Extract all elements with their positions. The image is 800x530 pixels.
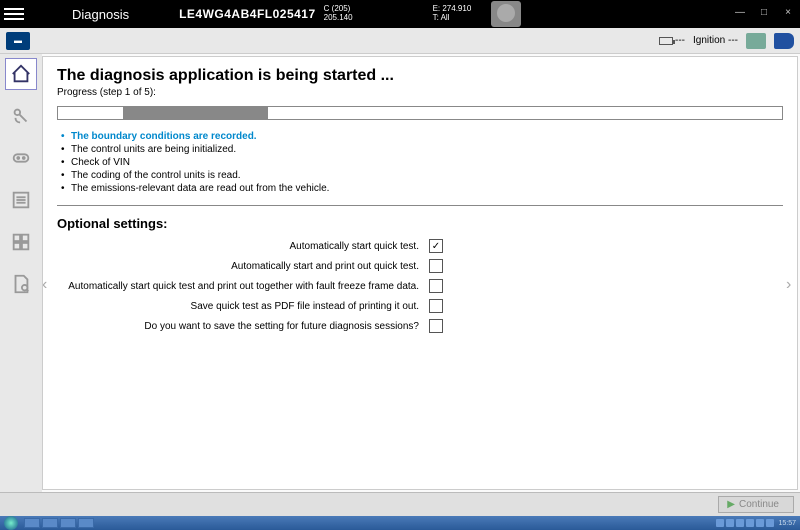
battery-icon	[659, 37, 673, 45]
task-item[interactable]	[60, 518, 76, 528]
minimize-button[interactable]: —	[732, 7, 748, 21]
taskbar: 15:57	[0, 516, 800, 530]
footer-bar: ▶ Continue	[0, 492, 800, 516]
maximize-button[interactable]: □	[756, 7, 772, 21]
step-item: Check of VIN	[61, 156, 783, 169]
window-controls: — □ ×	[732, 7, 796, 21]
ignition-status: Ignition ---	[693, 35, 738, 46]
progress-bar	[57, 106, 783, 120]
option-row: Automatically start quick test.	[57, 239, 783, 253]
option-label: Save quick test as PDF file instead of p…	[191, 301, 419, 312]
menu-icon[interactable]	[4, 8, 24, 20]
app-title: Diagnosis	[72, 7, 129, 22]
tool-home-icon[interactable]: ▬	[6, 32, 30, 50]
option-checkbox[interactable]	[429, 239, 443, 253]
device-icon	[491, 1, 521, 27]
print-icon[interactable]	[746, 33, 766, 49]
sidebar-list-icon[interactable]	[5, 184, 37, 216]
option-checkbox[interactable]	[429, 299, 443, 313]
vin-value: LE4WG4AB4FL025417	[179, 7, 316, 21]
continue-button[interactable]: ▶ Continue	[718, 496, 794, 513]
help-book-icon[interactable]	[774, 33, 794, 49]
sidebar-controller-icon[interactable]	[5, 142, 37, 174]
continue-label: Continue	[739, 499, 779, 510]
step-item: The boundary conditions are recorded.	[61, 130, 783, 143]
chevron-right-icon[interactable]: ›	[786, 273, 798, 297]
sidebar-diagnosis-icon[interactable]	[5, 100, 37, 132]
titlebar: Diagnosis LE4WG4AB4FL025417 C (205) 205.…	[0, 0, 800, 28]
option-label: Automatically start quick test.	[290, 241, 420, 252]
battery-value: ---	[675, 35, 685, 46]
main-area: ‹ › The diagnosis application is being s…	[0, 54, 800, 492]
option-row: Do you want to save the setting for futu…	[57, 319, 783, 333]
options-list: Automatically start quick test. Automatic…	[57, 239, 783, 333]
option-row: Automatically start and print out quick …	[57, 259, 783, 273]
option-row: Automatically start quick test and print…	[57, 279, 783, 293]
progress-fill	[123, 107, 268, 119]
option-checkbox[interactable]	[429, 319, 443, 333]
sidebar-report-icon[interactable]	[5, 268, 37, 300]
close-button[interactable]: ×	[780, 7, 796, 21]
progress-label: Progress (step 1 of 5):	[57, 87, 783, 98]
arrow-right-icon: ▶	[727, 499, 735, 510]
option-label: Automatically start and print out quick …	[231, 261, 419, 272]
option-label: Automatically start quick test and print…	[68, 281, 419, 292]
system-tray: 15:57	[716, 519, 796, 527]
start-button[interactable]	[4, 516, 18, 530]
step-item: The control units are being initialized.	[61, 143, 783, 156]
vehicle-info-1: C (205) 205.140	[324, 5, 353, 23]
vehicle-code: 205.140	[324, 14, 353, 23]
step-item: The coding of the control units is read.	[61, 169, 783, 182]
vehicle-info-2: E: 274.910 T: All	[433, 5, 472, 23]
sidebar	[0, 54, 42, 492]
task-item[interactable]	[42, 518, 58, 528]
sidebar-grid-icon[interactable]	[5, 226, 37, 258]
transmission-info: T: All	[433, 14, 472, 23]
task-item[interactable]	[78, 518, 94, 528]
page-heading: The diagnosis application is being start…	[57, 67, 783, 85]
battery-status: ---	[659, 35, 685, 46]
chevron-left-icon[interactable]: ‹	[42, 273, 54, 297]
clock: 15:57	[778, 520, 796, 527]
option-label: Do you want to save the setting for futu…	[144, 321, 419, 332]
task-item[interactable]	[24, 518, 40, 528]
tray-icons[interactable]	[716, 519, 774, 527]
optional-settings-title: Optional settings:	[57, 216, 783, 231]
content-panel: ‹ › The diagnosis application is being s…	[42, 56, 798, 490]
option-row: Save quick test as PDF file instead of p…	[57, 299, 783, 313]
option-checkbox[interactable]	[429, 279, 443, 293]
option-checkbox[interactable]	[429, 259, 443, 273]
toolbar: ▬ --- Ignition ---	[0, 28, 800, 54]
step-item: The emissions-relevant data are read out…	[61, 182, 783, 195]
sidebar-home-icon[interactable]	[5, 58, 37, 90]
steps-list: The boundary conditions are recorded.The…	[57, 130, 783, 206]
